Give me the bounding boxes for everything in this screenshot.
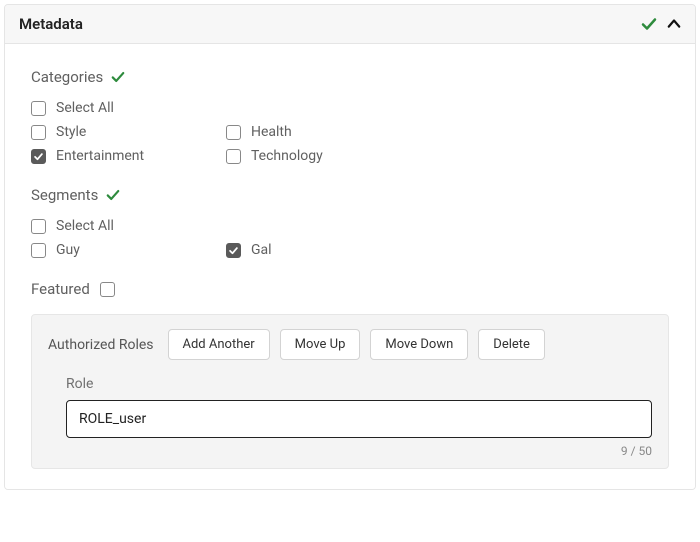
role-field-label: Role xyxy=(66,376,652,392)
checkbox-icon xyxy=(226,125,241,140)
checkbox-icon xyxy=(226,149,241,164)
move-down-button[interactable]: Move Down xyxy=(370,329,468,360)
roles-header: Authorized Roles Add Another Move Up Mov… xyxy=(48,329,652,360)
checkbox-label: Gal xyxy=(251,242,272,258)
categories-select-all[interactable]: Select All xyxy=(31,100,421,116)
checkbox-icon xyxy=(31,125,46,140)
checkmark-icon xyxy=(111,70,125,84)
checkbox-label: Entertainment xyxy=(56,148,144,164)
panel-header-actions xyxy=(641,16,681,32)
checkbox-label: Guy xyxy=(56,242,80,258)
category-technology[interactable]: Technology xyxy=(226,148,421,164)
authorized-roles-panel: Authorized Roles Add Another Move Up Mov… xyxy=(31,314,669,469)
checkbox-icon xyxy=(31,101,46,116)
move-up-button[interactable]: Move Up xyxy=(280,329,361,360)
featured-label: Featured xyxy=(31,280,90,298)
role-field: Role 9 / 50 xyxy=(48,376,652,458)
categories-grid: Select All Style Health Entertainment Te… xyxy=(31,100,669,164)
metadata-panel-header: Metadata xyxy=(5,5,695,44)
checkbox-label: Style xyxy=(56,124,86,140)
segments-title-text: Segments xyxy=(31,186,98,204)
roles-header-label: Authorized Roles xyxy=(48,337,154,353)
add-another-button[interactable]: Add Another xyxy=(168,329,270,360)
checkbox-icon xyxy=(31,219,46,234)
checkbox-icon xyxy=(31,243,46,258)
category-entertainment[interactable]: Entertainment xyxy=(31,148,226,164)
checkbox-icon xyxy=(226,243,241,258)
char-count: 9 / 50 xyxy=(66,444,652,458)
panel-title: Metadata xyxy=(19,15,83,33)
checkbox-icon xyxy=(100,282,115,297)
checkbox-icon xyxy=(31,149,46,164)
segment-guy[interactable]: Guy xyxy=(31,242,226,258)
category-health[interactable]: Health xyxy=(226,124,421,140)
collapse-icon[interactable] xyxy=(667,17,681,31)
segments-section-title: Segments xyxy=(31,186,669,204)
category-style[interactable]: Style xyxy=(31,124,226,140)
categories-title-text: Categories xyxy=(31,68,103,86)
delete-button[interactable]: Delete xyxy=(478,329,545,360)
panel-body: Categories Select All Style Health xyxy=(5,44,695,489)
valid-icon xyxy=(641,16,657,32)
checkmark-icon xyxy=(106,188,120,202)
featured-row[interactable]: Featured xyxy=(31,280,669,298)
checkbox-label: Select All xyxy=(56,100,114,116)
segments-grid: Select All Guy Gal xyxy=(31,218,669,258)
checkbox-label: Select All xyxy=(56,218,114,234)
metadata-panel: Metadata Categories Select All Style xyxy=(4,4,696,490)
checkbox-label: Health xyxy=(251,124,292,140)
segment-gal[interactable]: Gal xyxy=(226,242,421,258)
checkbox-label: Technology xyxy=(251,148,323,164)
categories-section-title: Categories xyxy=(31,68,669,86)
segments-select-all[interactable]: Select All xyxy=(31,218,421,234)
role-input[interactable] xyxy=(66,400,652,438)
